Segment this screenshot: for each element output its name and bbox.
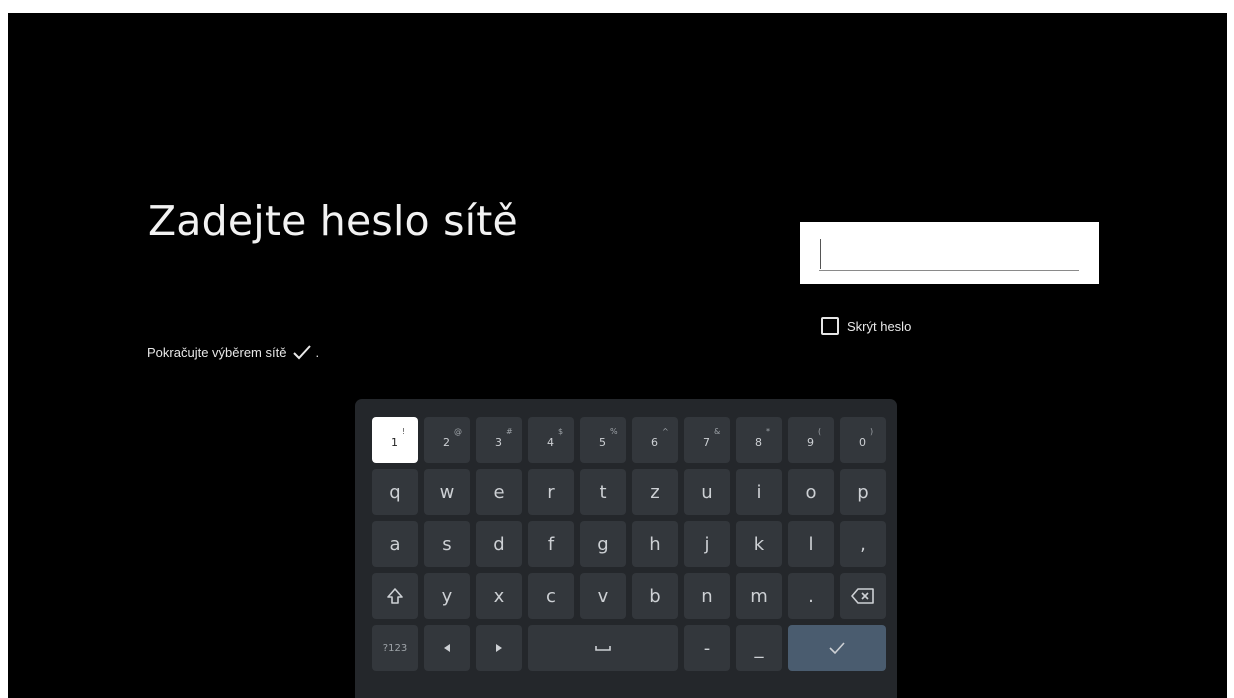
- key-cursor-left[interactable]: [424, 625, 470, 671]
- tv-screen: Zadejte heslo sítě Pokračujte výběrem sí…: [8, 13, 1227, 698]
- password-field[interactable]: [800, 222, 1099, 284]
- key-1-alt: !: [402, 427, 406, 436]
- key-n[interactable]: n: [684, 573, 730, 619]
- key-l[interactable]: l: [788, 521, 834, 567]
- key-comma[interactable]: ,: [840, 521, 886, 567]
- key-w[interactable]: w: [424, 469, 470, 515]
- key-p[interactable]: p: [840, 469, 886, 515]
- key-g[interactable]: g: [580, 521, 626, 567]
- key-3-alt: #: [506, 427, 513, 436]
- key-i[interactable]: i: [736, 469, 782, 515]
- key-h[interactable]: h: [632, 521, 678, 567]
- key-0[interactable]: 0 ): [840, 417, 886, 463]
- instruction-text: Pokračujte výběrem sítě .: [147, 343, 319, 361]
- checkmark-icon: [828, 641, 846, 655]
- key-a[interactable]: a: [372, 521, 418, 567]
- on-screen-keyboard: 1 ! 2 @ 3 # 4 $ 5 % 6 ^ 7 & 8 * 9 (0) …: [355, 399, 897, 698]
- key-d[interactable]: d: [476, 521, 522, 567]
- key-9[interactable]: 9 (: [788, 417, 834, 463]
- key-v[interactable]: v: [580, 573, 626, 619]
- key-2[interactable]: 2 @: [424, 417, 470, 463]
- key-q[interactable]: q: [372, 469, 418, 515]
- backspace-icon: [851, 587, 875, 605]
- space-icon: [595, 644, 611, 652]
- key-symbols[interactable]: ?123: [372, 625, 418, 671]
- key-f[interactable]: f: [528, 521, 574, 567]
- key-0-label: 0: [859, 436, 866, 449]
- key-8-alt: *: [766, 427, 770, 436]
- page-title: Zadejte heslo sítě: [148, 197, 518, 245]
- key-4-label: 4: [547, 436, 554, 449]
- key-4[interactable]: 4 $: [528, 417, 574, 463]
- key-y[interactable]: y: [424, 573, 470, 619]
- key-b[interactable]: b: [632, 573, 678, 619]
- key-enter[interactable]: [788, 625, 886, 671]
- key-x[interactable]: x: [476, 573, 522, 619]
- key-7-label: 7: [703, 436, 710, 449]
- key-backspace[interactable]: [840, 573, 886, 619]
- key-2-alt: @: [454, 427, 462, 436]
- key-t[interactable]: t: [580, 469, 626, 515]
- key-shift[interactable]: [372, 573, 418, 619]
- hide-password-label: Skrýt heslo: [847, 318, 912, 334]
- arrow-right-icon: [494, 643, 504, 653]
- key-6-alt: ^: [662, 427, 669, 436]
- key-1[interactable]: 1 !: [372, 417, 418, 463]
- key-k[interactable]: k: [736, 521, 782, 567]
- hide-password-toggle[interactable]: Skrýt heslo: [821, 317, 911, 335]
- key-r[interactable]: r: [528, 469, 574, 515]
- key-9-label: 9: [807, 436, 814, 449]
- password-input[interactable]: [824, 238, 1078, 270]
- password-underline: [819, 270, 1079, 271]
- key-5-alt: %: [610, 427, 618, 436]
- shift-icon: [385, 586, 405, 606]
- key-4-alt: $: [558, 427, 564, 436]
- key-7-alt: &: [714, 427, 721, 436]
- key-6-label: 6: [651, 436, 658, 449]
- key-8[interactable]: 8 *: [736, 417, 782, 463]
- text-caret: [820, 239, 821, 269]
- key-8-label: 8: [755, 436, 762, 449]
- key-s[interactable]: s: [424, 521, 470, 567]
- key-0-alt: ): [870, 427, 874, 436]
- key-1-label: 1: [391, 436, 398, 449]
- instruction-suffix: .: [315, 344, 320, 360]
- key-cursor-right[interactable]: [476, 625, 522, 671]
- key-6[interactable]: 6 ^: [632, 417, 678, 463]
- key-7[interactable]: 7 &: [684, 417, 730, 463]
- key-u[interactable]: u: [684, 469, 730, 515]
- key-period[interactable]: .: [788, 573, 834, 619]
- key-3[interactable]: 3 #: [476, 417, 522, 463]
- key-m[interactable]: m: [736, 573, 782, 619]
- arrow-left-icon: [442, 643, 452, 653]
- key-space[interactable]: [528, 625, 678, 671]
- key-5-label: 5: [599, 436, 606, 449]
- key-5[interactable]: 5 %: [580, 417, 626, 463]
- key-z[interactable]: z: [632, 469, 678, 515]
- instruction-label: Pokračujte výběrem sítě: [147, 344, 287, 360]
- key-c[interactable]: c: [528, 573, 574, 619]
- key-o[interactable]: o: [788, 469, 834, 515]
- key-3-label: 3: [495, 436, 502, 449]
- key-dash[interactable]: -: [684, 625, 730, 671]
- key-2-label: 2: [443, 436, 450, 449]
- key-e[interactable]: e: [476, 469, 522, 515]
- key-9-alt: (: [818, 427, 822, 436]
- checkmark-icon: [292, 343, 312, 361]
- key-underscore[interactable]: _: [736, 625, 782, 671]
- key-j[interactable]: j: [684, 521, 730, 567]
- hide-password-checkbox[interactable]: [821, 317, 839, 335]
